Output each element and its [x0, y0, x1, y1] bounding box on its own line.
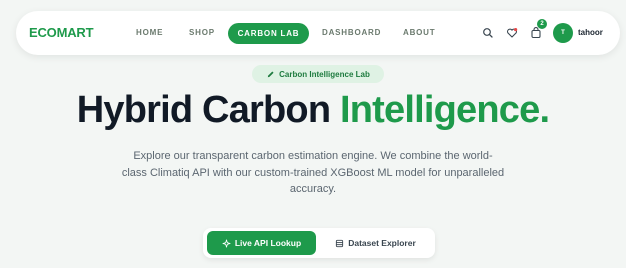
hero-description: Explore our transparent carbon estimatio… [121, 150, 505, 195]
cart-count-badge: 2 [537, 19, 547, 29]
top-navbar: ECOMART HOME SHOP CARBON LAB DASHBOARD A… [16, 11, 620, 55]
search-icon[interactable] [482, 27, 494, 39]
mode-toggle: Live API Lookup Dataset Explorer [203, 228, 435, 258]
nav-dashboard[interactable]: DASHBOARD [322, 28, 381, 37]
nav-about[interactable]: ABOUT [403, 28, 435, 37]
ecomart-logo[interactable]: ECOMART [29, 25, 94, 40]
section-badge-label: Carbon Intelligence Lab [279, 69, 370, 79]
dataset-explorer-button[interactable]: Dataset Explorer [320, 231, 431, 255]
sparkle-icon [222, 238, 231, 248]
heart-icon[interactable] [506, 27, 518, 39]
pencil-icon [267, 70, 274, 77]
live-api-lookup-button[interactable]: Live API Lookup [207, 231, 316, 255]
section-badge: Carbon Intelligence Lab [252, 65, 384, 83]
nav-carbon-lab[interactable]: CARBON LAB [228, 23, 309, 44]
database-icon [336, 239, 344, 247]
page-title: Hybrid Carbon Intelligence. [76, 89, 550, 131]
nav-shop[interactable]: SHOP [189, 28, 215, 37]
nav-home[interactable]: HOME [136, 28, 163, 37]
user-avatar[interactable]: T [553, 23, 573, 43]
username[interactable]: tahoor [578, 28, 603, 37]
